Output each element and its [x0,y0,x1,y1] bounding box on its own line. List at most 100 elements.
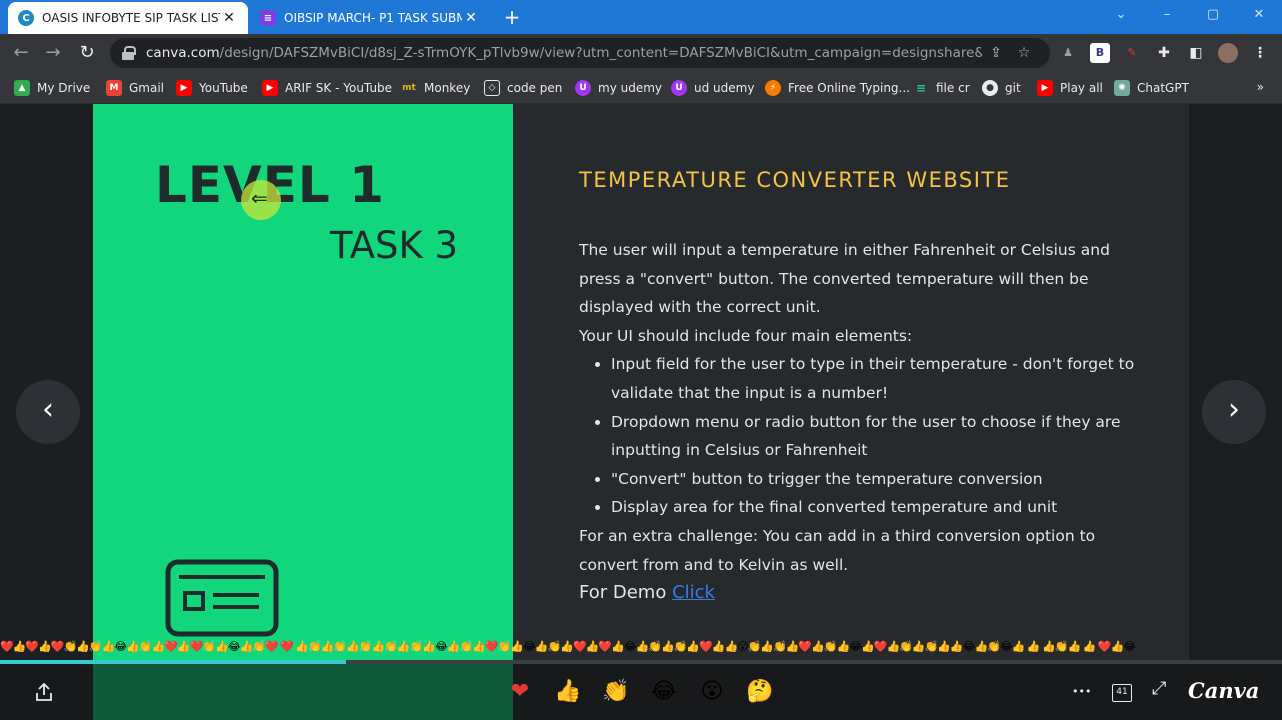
address-bar[interactable]: canva.com/design/DAFSZMvBiCI/d8sj_Z-sTrm… [110,38,1050,68]
bookmark-label: my udemy [598,81,663,95]
bookmark-label: Free Online Typing... [788,81,910,95]
youtube-icon: ▶ [1037,80,1053,96]
bookmark-arif-sk-youtube[interactable]: ▶ ARIF SK - YouTube [262,77,392,99]
reaction-bar: ❤ 👍 👏 😂 😮 🤔 [506,679,774,704]
bookmark-youtube[interactable]: ▶ YouTube [176,77,248,99]
tab-title: OIBSIP MARCH- P1 TASK SUBM [284,11,462,25]
reload-icon[interactable]: ↻ [74,40,100,66]
slide-left-panel: LEVEL 1 ⇐ TASK 3 [93,104,513,662]
bookmark-play-all[interactable]: ▶ Play all [1037,77,1103,99]
new-tab-button[interactable]: + [498,4,526,30]
canva-viewer: LEVEL 1 ⇐ TASK 3 TEMPERATURE CONVERTER W… [0,104,1282,720]
bookmark-file-cr[interactable]: ≡ file cr [913,77,970,99]
bookmark-label: Gmail [129,81,165,95]
tab-oasis-task-list[interactable]: C OASIS INFOBYTE SIP TASK LIST ✕ [8,2,248,34]
laugh-reaction-button[interactable]: 😂 [650,679,678,704]
url-host: canva.com [146,45,220,61]
thumbs-up-reaction-button[interactable]: 👍 [554,679,582,704]
list-item: Dropdown menu or radio button for the us… [611,408,1139,465]
floating-reactions: ❤️👍❤️👍❤️👏👍👏👍😂👍👏👍❤️👍❤️👏👍😂👍👏❤️ ❤️ 👍👏👍👏👍👏👍👏… [0,640,1136,653]
forward-arrow-icon[interactable]: → [40,40,66,66]
clap-reaction-button[interactable]: 👏 [602,679,630,704]
bookmark-label: git [1005,81,1021,95]
next-page-button[interactable]: › [1202,380,1266,444]
udemy-icon: U [575,80,591,96]
intro-paragraph: The user will input a temperature in eit… [579,241,1110,317]
more-options-icon[interactable]: ••• [1072,685,1091,698]
bookmark-label: ud udemy [694,81,755,95]
share-icon[interactable] [34,682,54,702]
lock-icon [122,46,136,60]
previous-page-button[interactable]: ‹ [16,380,80,444]
id-card-icon [165,559,279,637]
drive-icon: ▲ [14,80,30,96]
bookmark-chatgpt[interactable]: ✺ ChatGPT [1114,77,1189,99]
demo-label: For Demo [579,582,667,603]
extensions-puzzle-icon[interactable]: ✚ [1154,43,1174,63]
surprised-reaction-button[interactable]: 😮 [698,679,726,704]
tab-title: OASIS INFOBYTE SIP TASK LIST [42,11,220,25]
youtube-icon: ▶ [176,80,192,96]
extension-red-icon[interactable]: ✎ [1122,43,1142,63]
back-arrow-icon[interactable]: ← [8,40,34,66]
ui-heading: Your UI should include four main element… [579,326,913,345]
bookmark-label: file cr [936,81,970,95]
bookmark-label: code pen [507,81,563,95]
tab-search-chevron-icon[interactable]: ⌄ [1098,0,1144,34]
bookmarks-overflow-icon[interactable]: » [1257,80,1264,94]
bookmark-label: My Drive [37,81,91,95]
slide-right-panel: TEMPERATURE CONVERTER WEBSITE The user w… [513,104,1189,662]
extension-ghost-icon[interactable]: ♟ [1058,43,1078,63]
filecr-icon: ≡ [915,81,927,95]
monkeytype-icon: mt [402,83,416,93]
task-heading: TASK 3 [330,224,459,267]
demo-link[interactable]: Click [672,582,715,603]
bookmark-my-udemy[interactable]: U my udemy [575,77,662,99]
gmail-icon: M [106,80,122,96]
bookmark-free-online-typing[interactable]: ⚡ Free Online Typing... [765,77,910,99]
kebab-menu-icon[interactable]: ⋮ [1250,43,1270,63]
bookmark-label: YouTube [199,81,248,95]
chatgpt-icon: ✺ [1114,80,1130,96]
extra-challenge: For an extra challenge: You can add in a… [579,526,1096,574]
bookmark-code-pen[interactable]: ◇ code pen [484,77,562,99]
close-icon[interactable]: ✕ [220,10,238,26]
window-close-icon[interactable]: ✕ [1236,0,1282,34]
tab-oibsip-task-submission[interactable]: ≡ OIBSIP MARCH- P1 TASK SUBM ✕ [250,2,490,34]
bookmark-my-drive[interactable]: ▲ My Drive [14,77,90,99]
bookmark-monkey[interactable]: mt Monkey [401,77,470,99]
bookmark-star-icon[interactable]: ☆ [1010,45,1038,61]
slide-title: TEMPERATURE CONVERTER WEBSITE [579,168,1011,192]
canva-logo[interactable]: Canva [1188,678,1259,703]
demo-line: For Demo Click [579,582,715,603]
viewer-bottom-bar: ❤ 👍 👏 😂 😮 🤔 ••• 41 ⤢ Canva [0,664,1282,720]
url-path: /design/DAFSZMvBiCI/d8sj_Z-sTrmOYK_pTlvb… [219,45,982,61]
cursor-arrow-icon: ⇐ [251,186,268,210]
codepen-icon: ◇ [484,80,500,96]
side-panel-icon[interactable]: ◧ [1186,43,1206,63]
bookmark-label: ChatGPT [1137,81,1189,95]
canva-favicon-icon: C [18,10,34,26]
share-page-icon[interactable]: ⇪ [982,45,1010,61]
page-count-button[interactable]: 41 [1112,684,1132,702]
thinking-reaction-button[interactable]: 🤔 [746,679,774,704]
fullscreen-icon[interactable]: ⤢ [1152,678,1166,699]
requirements-list: Input field for the user to type in thei… [611,350,1139,522]
list-item: "Convert" button to trigger the temperat… [611,465,1139,494]
slide-left-panel-extension [93,664,513,720]
extension-b-icon[interactable]: B [1090,43,1110,63]
typing-icon: ⚡ [765,80,781,96]
url-text[interactable]: canva.com/design/DAFSZMvBiCI/d8sj_Z-sTrm… [146,45,982,61]
close-icon[interactable]: ✕ [462,10,480,26]
tab-strip: C OASIS INFOBYTE SIP TASK LIST ✕ ≡ OIBSI… [0,0,1282,34]
maximize-icon[interactable]: ▢ [1190,0,1236,34]
bookmark-git[interactable]: ● git [982,77,1021,99]
bookmark-gmail[interactable]: M Gmail [106,77,164,99]
github-icon: ● [982,80,998,96]
heart-reaction-button[interactable]: ❤ [506,679,534,704]
profile-avatar[interactable] [1218,43,1238,63]
minimize-icon[interactable]: – [1144,0,1190,34]
browser-toolbar: ← → ↻ canva.com/design/DAFSZMvBiCI/d8sj_… [0,34,1282,72]
slide-body: The user will input a temperature in eit… [579,236,1139,579]
bookmark-ud-udemy[interactable]: U ud udemy [671,77,754,99]
